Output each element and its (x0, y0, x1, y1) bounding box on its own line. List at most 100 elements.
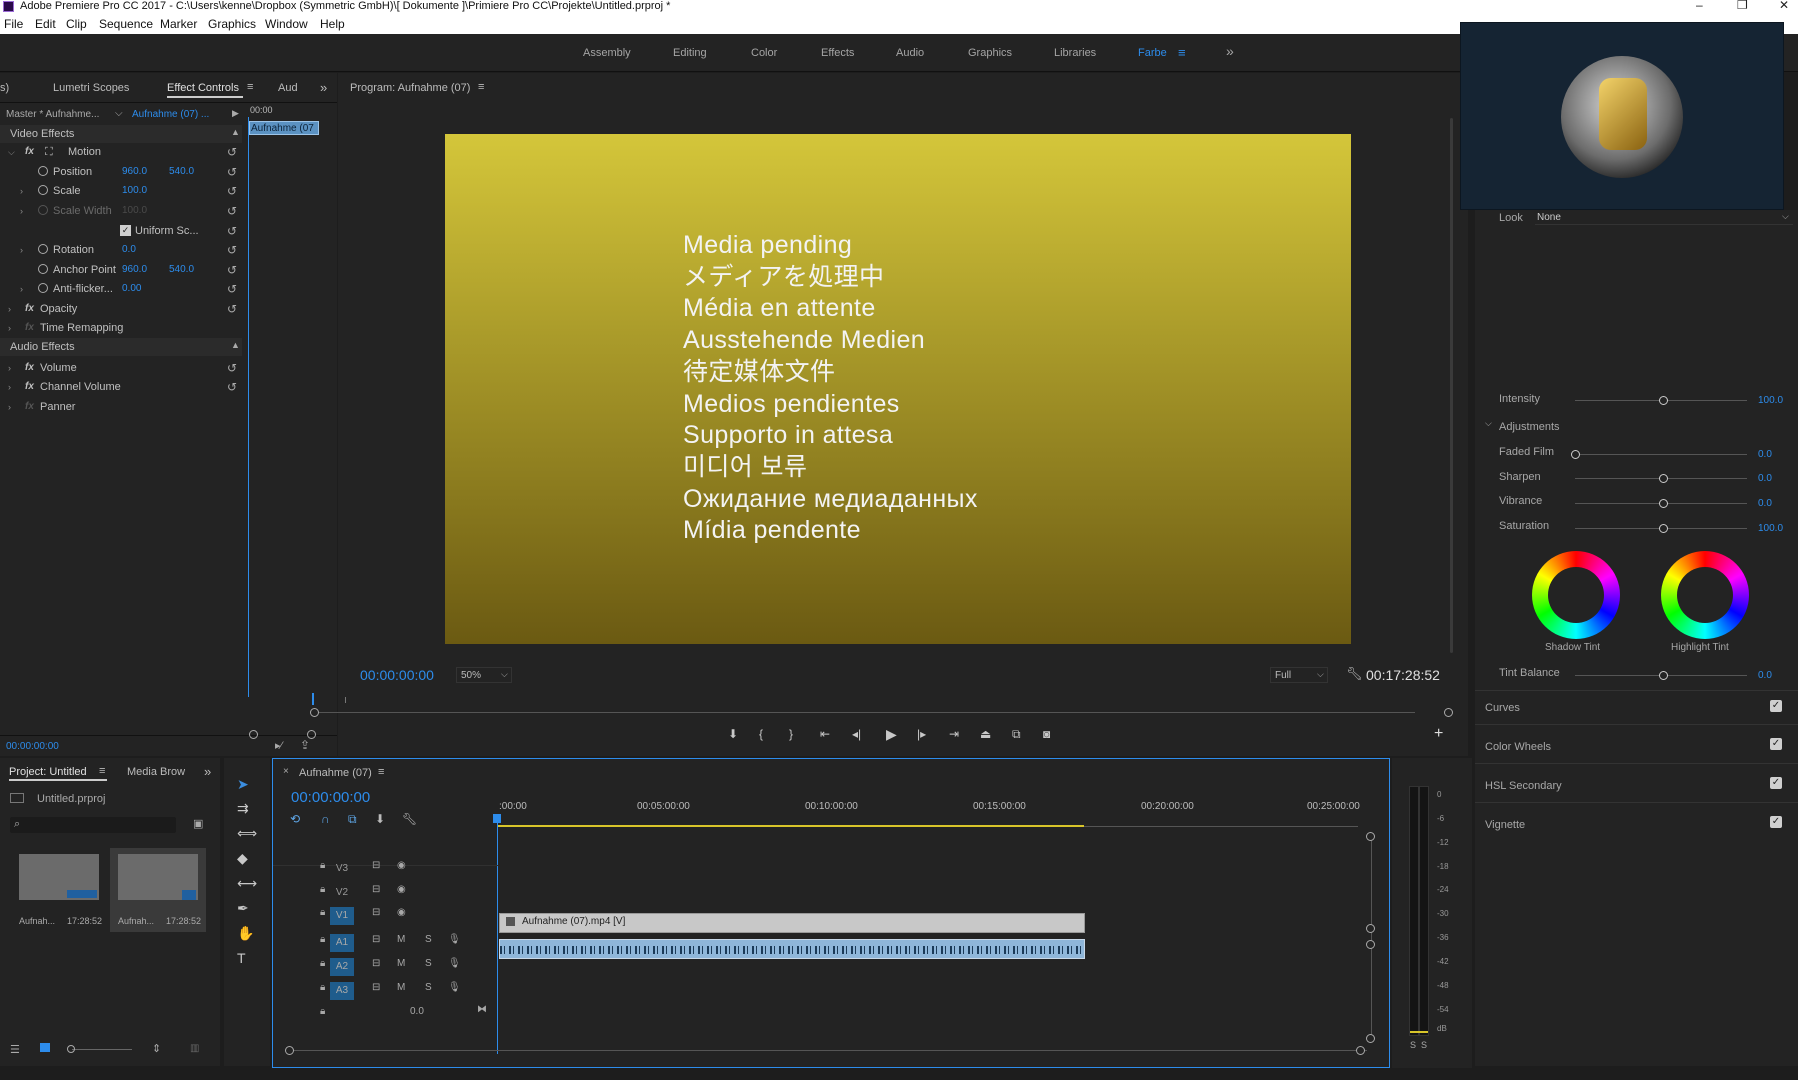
track-a3-label[interactable]: A3 (330, 982, 354, 1000)
eye-icon[interactable]: ◉ (397, 860, 406, 871)
sync-lock-icon[interactable]: ⊟ (372, 860, 380, 871)
close-button[interactable]: ✕ (1779, 0, 1789, 11)
play-icon[interactable]: ▶ (886, 726, 897, 743)
workspace-effects[interactable]: Effects (821, 47, 854, 59)
intensity-knob[interactable] (1659, 396, 1668, 405)
stopwatch-icon[interactable] (38, 244, 48, 254)
highlight-tint-wheel[interactable] (1661, 551, 1749, 639)
fx-icon[interactable]: fx (25, 381, 34, 392)
filter-icon[interactable]: ▸⁄ (275, 739, 282, 752)
stopwatch-icon[interactable] (38, 166, 48, 176)
sync-lock-icon[interactable]: ⊟ (372, 907, 380, 918)
vignette-section[interactable]: Vignette (1485, 819, 1525, 831)
lock-icon[interactable]: 🔒︎ (320, 982, 325, 993)
zoom-handle-right[interactable] (1356, 1046, 1365, 1055)
tab-audio[interactable]: Aud (278, 82, 298, 94)
playhead-handle[interactable] (493, 814, 501, 823)
fx-icon[interactable]: fx (25, 303, 34, 314)
scroll-handle[interactable] (1366, 924, 1375, 933)
menu-graphics[interactable]: Graphics (208, 17, 256, 31)
meter-solo-left[interactable]: S (1410, 1040, 1416, 1050)
expand-arrow-icon[interactable]: › (20, 186, 23, 196)
workspace-graphics[interactable]: Graphics (968, 47, 1012, 59)
program-playhead-timecode[interactable]: 00:00:00:00 (360, 667, 434, 683)
menu-file[interactable]: File (4, 17, 23, 31)
icon-view-icon[interactable] (40, 1043, 50, 1052)
tab-project[interactable]: Project: Untitled (9, 766, 87, 778)
lift-icon[interactable]: ⏏︎ (980, 727, 991, 741)
shadow-tint-wheel[interactable] (1532, 551, 1620, 639)
anchor-x-value[interactable]: 960.0 (122, 264, 147, 275)
wrench-icon[interactable]: 🔧︎ (402, 812, 417, 826)
project-item[interactable]: Aufnah... 17:28:52 (110, 848, 206, 932)
restore-button[interactable]: ❐ (1737, 0, 1748, 11)
work-area-bar[interactable] (498, 825, 1084, 827)
program-scrollbar[interactable] (1450, 118, 1453, 653)
timeline-zoom-scrollbar[interactable] (289, 1050, 1367, 1051)
menu-edit[interactable]: Edit (35, 17, 56, 31)
snap-icon[interactable]: ∩ (321, 812, 330, 826)
go-to-in-icon[interactable]: ⇤ (820, 727, 830, 741)
timeline-timecode[interactable]: 00:00:00:00 (291, 789, 370, 806)
scroll-handle[interactable] (1366, 832, 1375, 841)
hand-tool-icon[interactable]: ✋ (237, 925, 254, 942)
track-v1-label[interactable]: V1 (330, 907, 354, 925)
tint-balance-knob[interactable] (1659, 671, 1668, 680)
reset-icon[interactable]: ↺ (227, 302, 237, 316)
workspace-menu-icon[interactable]: ≡ (1178, 45, 1186, 60)
fx-icon[interactable]: fx (25, 362, 34, 373)
timeline-tab[interactable]: Aufnahme (07) (299, 767, 372, 779)
track-v3-label[interactable]: V3 (330, 860, 354, 878)
play-only-icon[interactable]: ▶ (232, 108, 239, 119)
ec-clip-bar[interactable]: Aufnahme (07 (249, 121, 319, 135)
fx-icon[interactable]: fx (25, 146, 34, 157)
eye-icon[interactable]: ◉ (397, 907, 406, 918)
expand-arrow-icon[interactable]: › (8, 402, 11, 412)
master-toggle-icon[interactable]: ⧓ (477, 1004, 487, 1015)
menu-help[interactable]: Help (320, 17, 345, 31)
lock-icon[interactable]: 🔒︎ (320, 934, 325, 945)
extract-icon[interactable]: ⧉ (1012, 727, 1021, 742)
workspace-farbe[interactable]: Farbe (1138, 47, 1167, 59)
master-volume-value[interactable]: 0.0 (410, 1006, 424, 1017)
razor-tool-icon[interactable]: ◆ (237, 850, 248, 867)
vibrance-value[interactable]: 0.0 (1758, 498, 1772, 509)
reset-icon[interactable]: ↺ (227, 184, 237, 198)
workspace-color[interactable]: Color (751, 47, 777, 59)
master-clip-label[interactable]: Master * Aufnahme... (6, 109, 99, 120)
tint-balance-value[interactable]: 0.0 (1758, 670, 1772, 681)
program-time-ruler[interactable] (309, 697, 1409, 707)
slip-tool-icon[interactable]: ⟷ (237, 875, 257, 892)
mark-out-icon[interactable]: } (789, 727, 793, 741)
position-x-value[interactable]: 960.0 (122, 166, 147, 177)
expand-arrow-icon[interactable]: ⌵ (8, 147, 15, 158)
panel-menu-icon[interactable]: ≡ (247, 81, 253, 93)
lock-icon[interactable]: 🔒︎ (320, 1006, 325, 1017)
scale-value[interactable]: 100.0 (122, 185, 147, 196)
expand-arrow-icon[interactable]: › (20, 284, 23, 294)
stopwatch-icon[interactable] (38, 185, 48, 195)
collapse-icon[interactable]: ▲ (231, 127, 240, 137)
timeline-vertical-scrollbar[interactable] (1371, 839, 1372, 1039)
menu-window[interactable]: Window (265, 17, 308, 31)
expand-arrow-icon[interactable]: › (20, 245, 23, 255)
stopwatch-icon[interactable] (38, 283, 48, 293)
close-tab-icon[interactable]: × (283, 766, 289, 777)
panel-menu-icon[interactable]: ≡ (478, 81, 484, 93)
sync-lock-icon[interactable]: ⊟ (372, 958, 380, 969)
workspace-assembly[interactable]: Assembly (583, 47, 631, 59)
linked-selection-icon[interactable]: ⧉ (348, 812, 357, 827)
step-forward-icon[interactable]: |▸ (917, 727, 926, 741)
color-wheels-section[interactable]: Color Wheels (1485, 741, 1551, 753)
anchor-y-value[interactable]: 540.0 (169, 264, 194, 275)
minimize-button[interactable]: – (1696, 0, 1703, 11)
saturation-value[interactable]: 100.0 (1758, 523, 1783, 534)
faded-film-slider[interactable] (1575, 454, 1747, 455)
video-clip[interactable]: Aufnahme (07).mp4 [V] (499, 913, 1085, 933)
track-v2-label[interactable]: V2 (330, 884, 354, 902)
rotation-value[interactable]: 0.0 (122, 244, 136, 255)
panel-menu-icon[interactable]: ≡ (99, 765, 105, 777)
reset-icon[interactable]: ↺ (227, 263, 237, 277)
zoom-level-select[interactable]: 50% ⌵ (456, 667, 512, 683)
project-search-input[interactable]: ⌕ (10, 817, 176, 833)
